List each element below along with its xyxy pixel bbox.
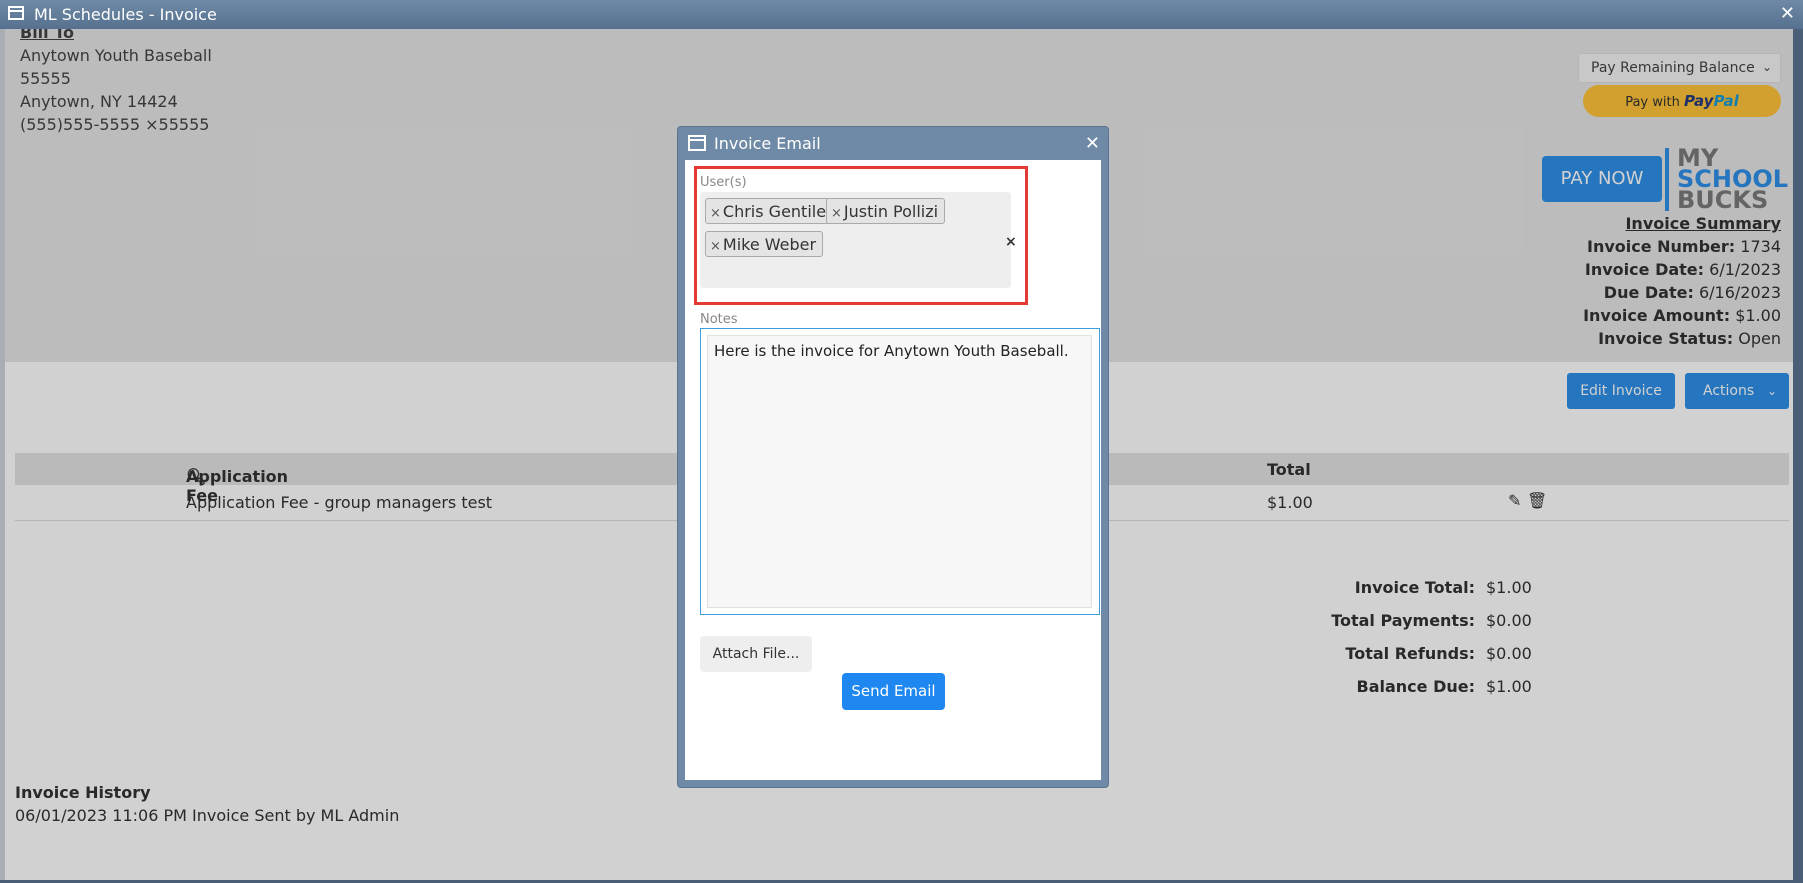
dialog-titlebar: Invoice Email ✕ [678, 127, 1108, 159]
window-title: ML Schedules - Invoice [34, 5, 217, 24]
dialog-title: Invoice Email [714, 134, 821, 153]
close-icon[interactable]: ✕ [1085, 133, 1100, 154]
dialog-body: User(s) × Chris Gentile × Justin Pollizi ×… [685, 160, 1101, 780]
window-titlebar: ML Schedules - Invoice ✕ [0, 0, 1803, 29]
invoice-email-dialog: Invoice Email ✕ User(s) × Chris Gentile ×… [678, 127, 1108, 787]
notes-text: Here is the invoice for Anytown Youth Ba… [707, 335, 1092, 608]
close-icon[interactable]: ✕ [1780, 3, 1795, 24]
send-email-button[interactable]: Send Email [842, 673, 945, 710]
window-icon [688, 135, 706, 151]
highlight-box [694, 166, 1028, 305]
notes-textarea[interactable]: Here is the invoice for Anytown Youth Ba… [700, 328, 1100, 615]
notes-label: Notes [700, 312, 738, 327]
window-icon [8, 6, 24, 20]
attach-file-button[interactable]: Attach File... [700, 636, 812, 672]
